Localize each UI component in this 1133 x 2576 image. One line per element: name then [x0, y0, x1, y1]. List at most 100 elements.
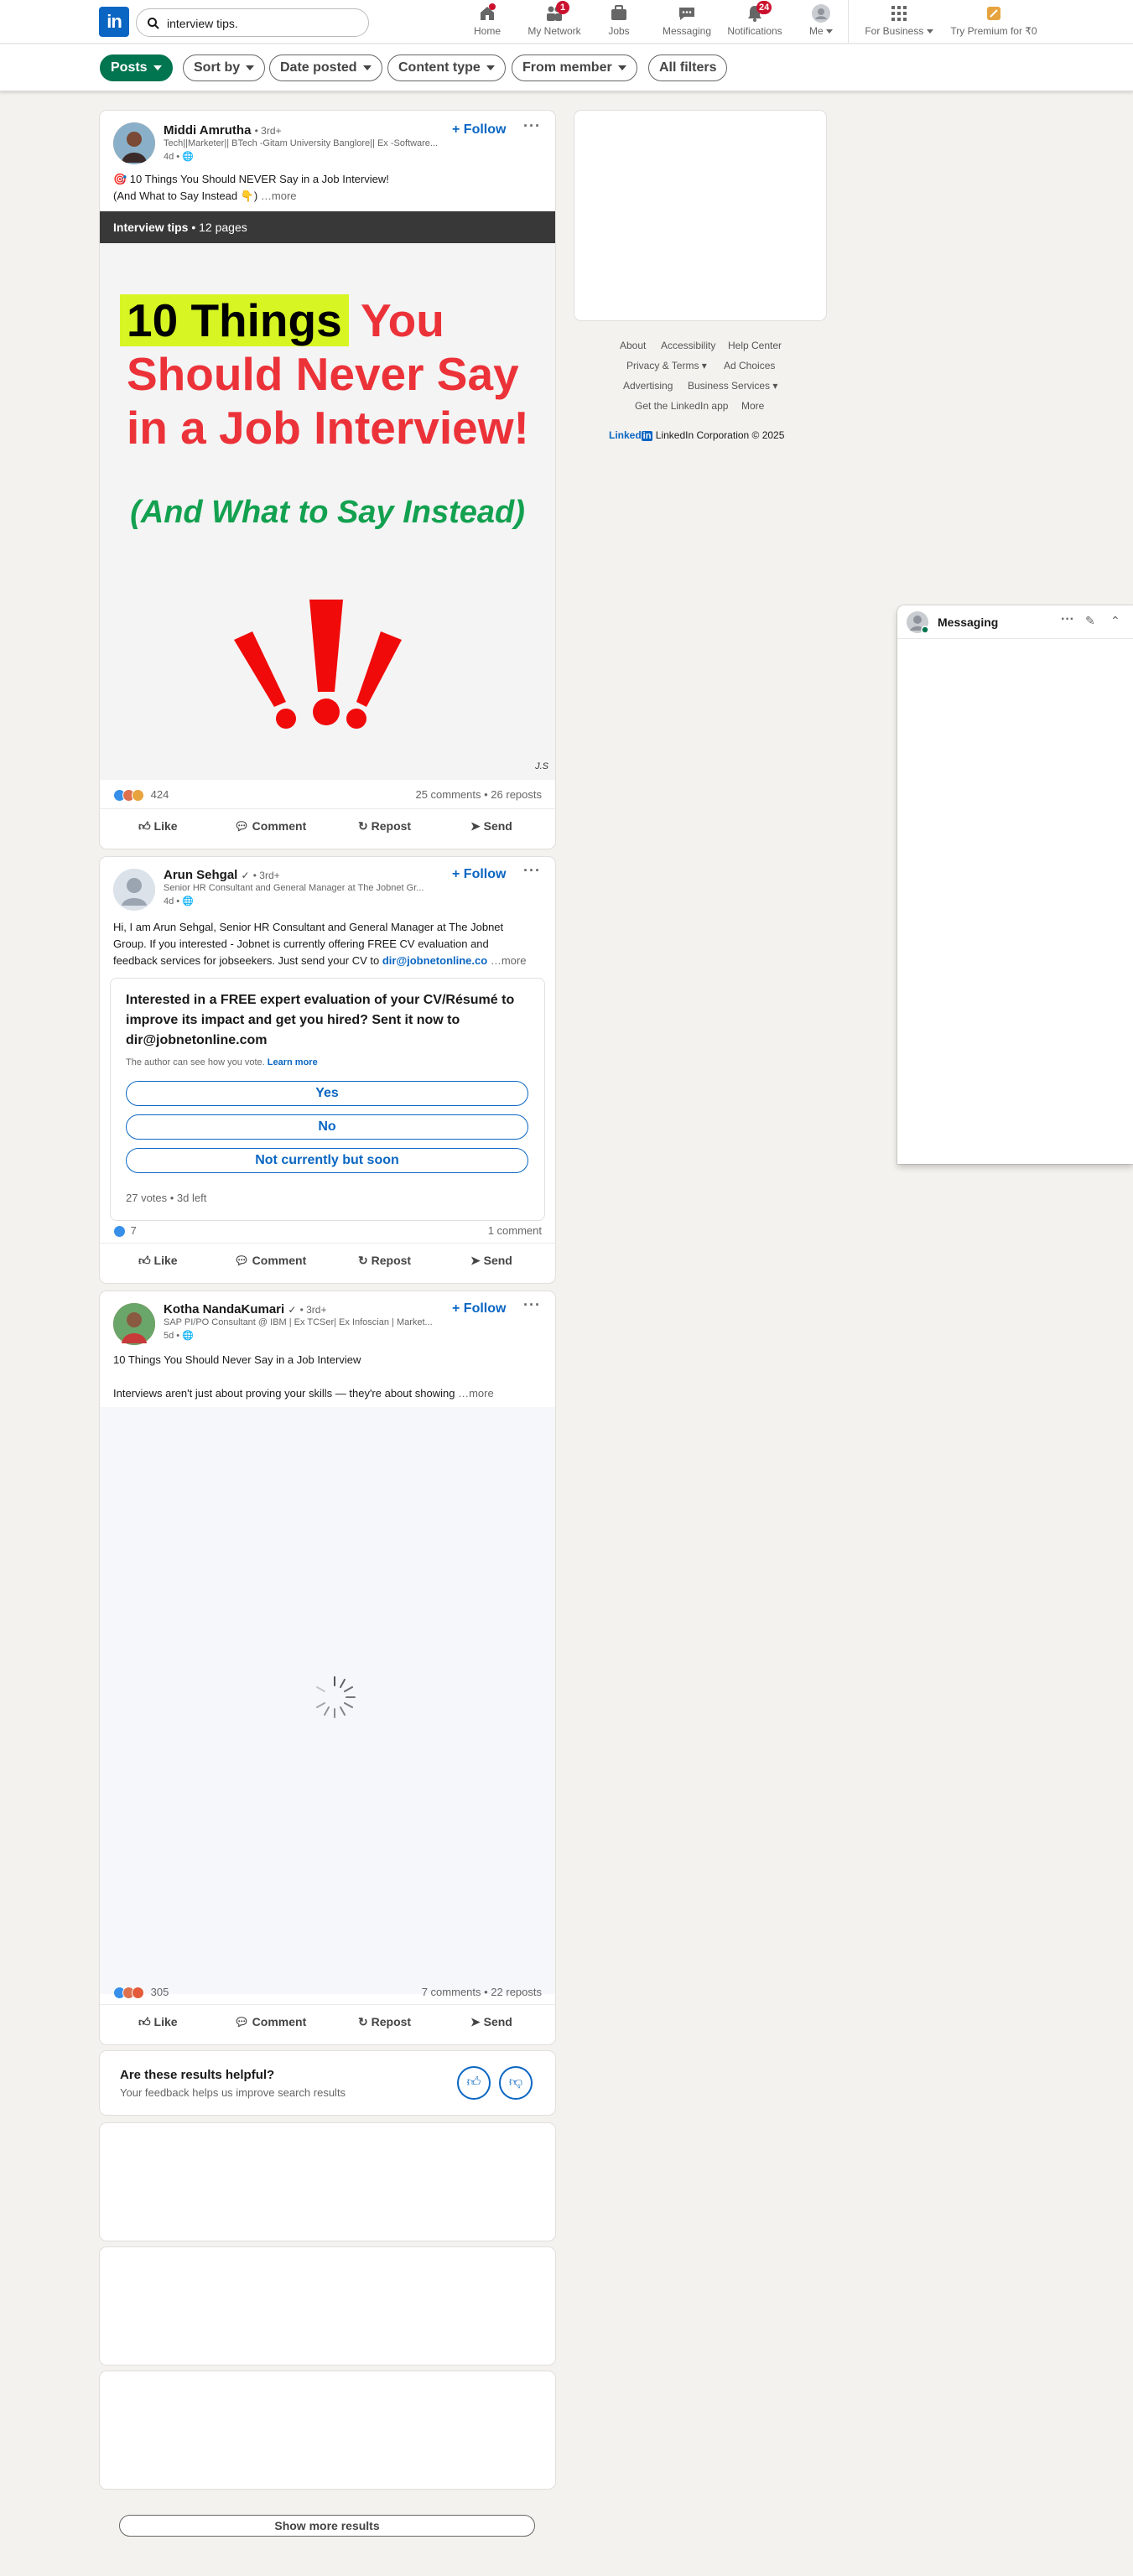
filter-from-member[interactable]: From member: [512, 55, 637, 81]
chevron-down-icon: [926, 29, 933, 34]
footer-about[interactable]: About: [620, 340, 646, 351]
thumbs-down-icon[interactable]: 👎︎: [499, 2066, 533, 2100]
post-stats[interactable]: 7 comments • 22 reposts: [422, 1986, 542, 1998]
footer-help-center[interactable]: Help Center: [728, 340, 782, 351]
post-card: Arun Sehgal ✓︎ • 3rd+ Senior HR Consulta…: [100, 857, 555, 1283]
search-bar[interactable]: [136, 8, 369, 37]
reaction-count[interactable]: 424: [151, 788, 169, 801]
like-button[interactable]: 👍︎ Like: [138, 1254, 178, 1268]
connection-degree: • 3rd+: [252, 870, 280, 881]
author-name[interactable]: Kotha NandaKumari: [164, 1302, 284, 1317]
messaging-header[interactable]: Messaging ··· ✎ ⌃: [897, 605, 1133, 639]
send-icon: ➤: [470, 819, 481, 833]
follow-button[interactable]: + Follow: [452, 122, 506, 138]
nav-messaging[interactable]: Messaging: [661, 3, 713, 42]
compose-icon[interactable]: ✎: [1085, 614, 1095, 628]
chevron-up-icon[interactable]: ⌃: [1110, 614, 1120, 628]
messaging-panel: Messaging ··· ✎ ⌃: [897, 605, 1133, 1164]
search-input[interactable]: [167, 14, 360, 33]
follow-button[interactable]: + Follow: [452, 867, 506, 882]
notifications-badge: 24: [756, 1, 772, 14]
footer-ad-choices[interactable]: Ad Choices: [724, 360, 775, 371]
repost-icon: ↻: [358, 1254, 368, 1267]
author-headline: Tech||Marketer|| BTech -Gitam University…: [164, 138, 439, 148]
author-avatar[interactable]: [113, 122, 155, 164]
nav-for-business[interactable]: For Business: [864, 3, 934, 42]
footer-get-app[interactable]: Get the LinkedIn app: [635, 400, 728, 412]
footer-privacy-terms[interactable]: Privacy & Terms ▾: [626, 360, 707, 371]
post-text-line: Hi, I am Arun Sehgal, Senior HR Consulta…: [113, 921, 504, 933]
comment-button[interactable]: 💬︎ Comment: [234, 819, 306, 834]
post-time: 4d •: [164, 896, 180, 906]
send-button[interactable]: ➤ Send: [470, 1254, 512, 1268]
more-options-icon[interactable]: ···: [1061, 612, 1074, 627]
send-button[interactable]: ➤ Send: [470, 2015, 512, 2029]
filter-date-posted[interactable]: Date posted: [269, 55, 382, 81]
post-stats[interactable]: 25 comments • 26 reposts: [415, 788, 542, 801]
see-more-link[interactable]: …more: [491, 954, 527, 967]
nav-home[interactable]: Home: [469, 3, 506, 42]
like-label: Like: [153, 819, 178, 833]
reaction-count[interactable]: 7: [131, 1224, 137, 1237]
thumbs-up-icon[interactable]: 👍︎: [457, 2066, 491, 2100]
poll-option-not-currently[interactable]: Not currently but soon: [126, 1148, 528, 1173]
post-text-line: 10 Things You Should Never Say in a Job …: [113, 1353, 361, 1366]
reaction-count[interactable]: 305: [151, 1986, 169, 1998]
messaging-icon: [677, 3, 697, 23]
top-navigation: in Home 1 My Network Jobs Messaging 24 N…: [0, 0, 1133, 44]
footer-accessibility[interactable]: Accessibility: [661, 340, 715, 351]
filter-date-posted-label: Date posted: [280, 60, 357, 75]
nav-me[interactable]: Me: [807, 3, 835, 42]
avatar-icon: [811, 3, 831, 23]
document-viewer[interactable]: 10 Things You Should Never Say in a Job …: [100, 243, 555, 780]
footer-advertising[interactable]: Advertising: [623, 380, 673, 392]
follow-button[interactable]: + Follow: [452, 1301, 506, 1317]
post-stats[interactable]: 1 comment: [488, 1224, 542, 1237]
document-heading-2: Should Never Say: [127, 348, 519, 400]
author-avatar[interactable]: [113, 869, 155, 911]
learn-more-link[interactable]: Learn more: [268, 1057, 318, 1067]
see-more-link[interactable]: …more: [458, 1387, 494, 1400]
post-actions: 👍︎ Like 💬︎ Comment ↻ Repost ➤ Send: [100, 1243, 555, 1283]
more-options-icon[interactable]: ···: [523, 862, 541, 880]
author-avatar[interactable]: [113, 1303, 155, 1345]
author-headline: SAP PI/PO Consultant @ IBM | Ex TCSer| E…: [164, 1317, 433, 1327]
document-pages: • 12 pages: [188, 221, 247, 234]
more-options-icon[interactable]: ···: [523, 1296, 541, 1314]
nav-try-premium[interactable]: Try Premium for ₹0: [948, 3, 1039, 42]
nav-home-label: Home: [473, 25, 501, 37]
filter-posts[interactable]: Posts: [100, 55, 173, 81]
filter-all-filters[interactable]: All filters: [648, 55, 728, 81]
nav-jobs[interactable]: Jobs: [604, 3, 634, 42]
footer-business-services[interactable]: Business Services ▾: [688, 380, 777, 392]
like-button[interactable]: 👍︎ Like: [138, 2015, 178, 2029]
repost-button[interactable]: ↻ Repost: [358, 819, 411, 834]
filter-sort-by[interactable]: Sort by: [183, 55, 266, 81]
post-text-line: 🎯 10 Things You Should NEVER Say in a Jo…: [113, 173, 389, 185]
nav-my-network[interactable]: 1 My Network: [525, 1, 584, 42]
author-name[interactable]: Middi Amrutha: [164, 123, 251, 138]
send-button[interactable]: ➤ Send: [470, 819, 512, 834]
filter-content-type[interactable]: Content type: [387, 55, 506, 81]
more-options-icon[interactable]: ···: [523, 117, 541, 135]
poll-option-no[interactable]: No: [126, 1114, 528, 1140]
footer-more[interactable]: More: [741, 400, 764, 412]
footer-brand: Linked: [609, 429, 642, 441]
comment-button[interactable]: 💬︎ Comment: [234, 2015, 306, 2029]
loading-spinner-icon: [316, 1676, 356, 1718]
comment-button[interactable]: 💬︎ Comment: [234, 1254, 306, 1268]
author-name[interactable]: Arun Sehgal: [164, 868, 237, 882]
repost-button[interactable]: ↻ Repost: [358, 1254, 411, 1268]
see-more-link[interactable]: …more: [261, 190, 297, 202]
nav-notifications[interactable]: 24 Notifications: [725, 1, 784, 42]
feedback-title: Are these results helpful?: [120, 2068, 275, 2082]
repost-button[interactable]: ↻ Repost: [358, 2015, 411, 2029]
footer-privacy-label: Privacy & Terms: [626, 360, 699, 371]
show-more-results-button[interactable]: Show more results: [119, 2515, 535, 2537]
post-time: 4d •: [164, 152, 180, 162]
linkedin-logo[interactable]: in: [99, 7, 129, 37]
poll-option-yes[interactable]: Yes: [126, 1081, 528, 1106]
email-link[interactable]: dir@jobnetonline.co: [382, 954, 487, 967]
like-button[interactable]: 👍︎ Like: [138, 819, 178, 834]
repost-icon: ↻: [358, 819, 368, 833]
